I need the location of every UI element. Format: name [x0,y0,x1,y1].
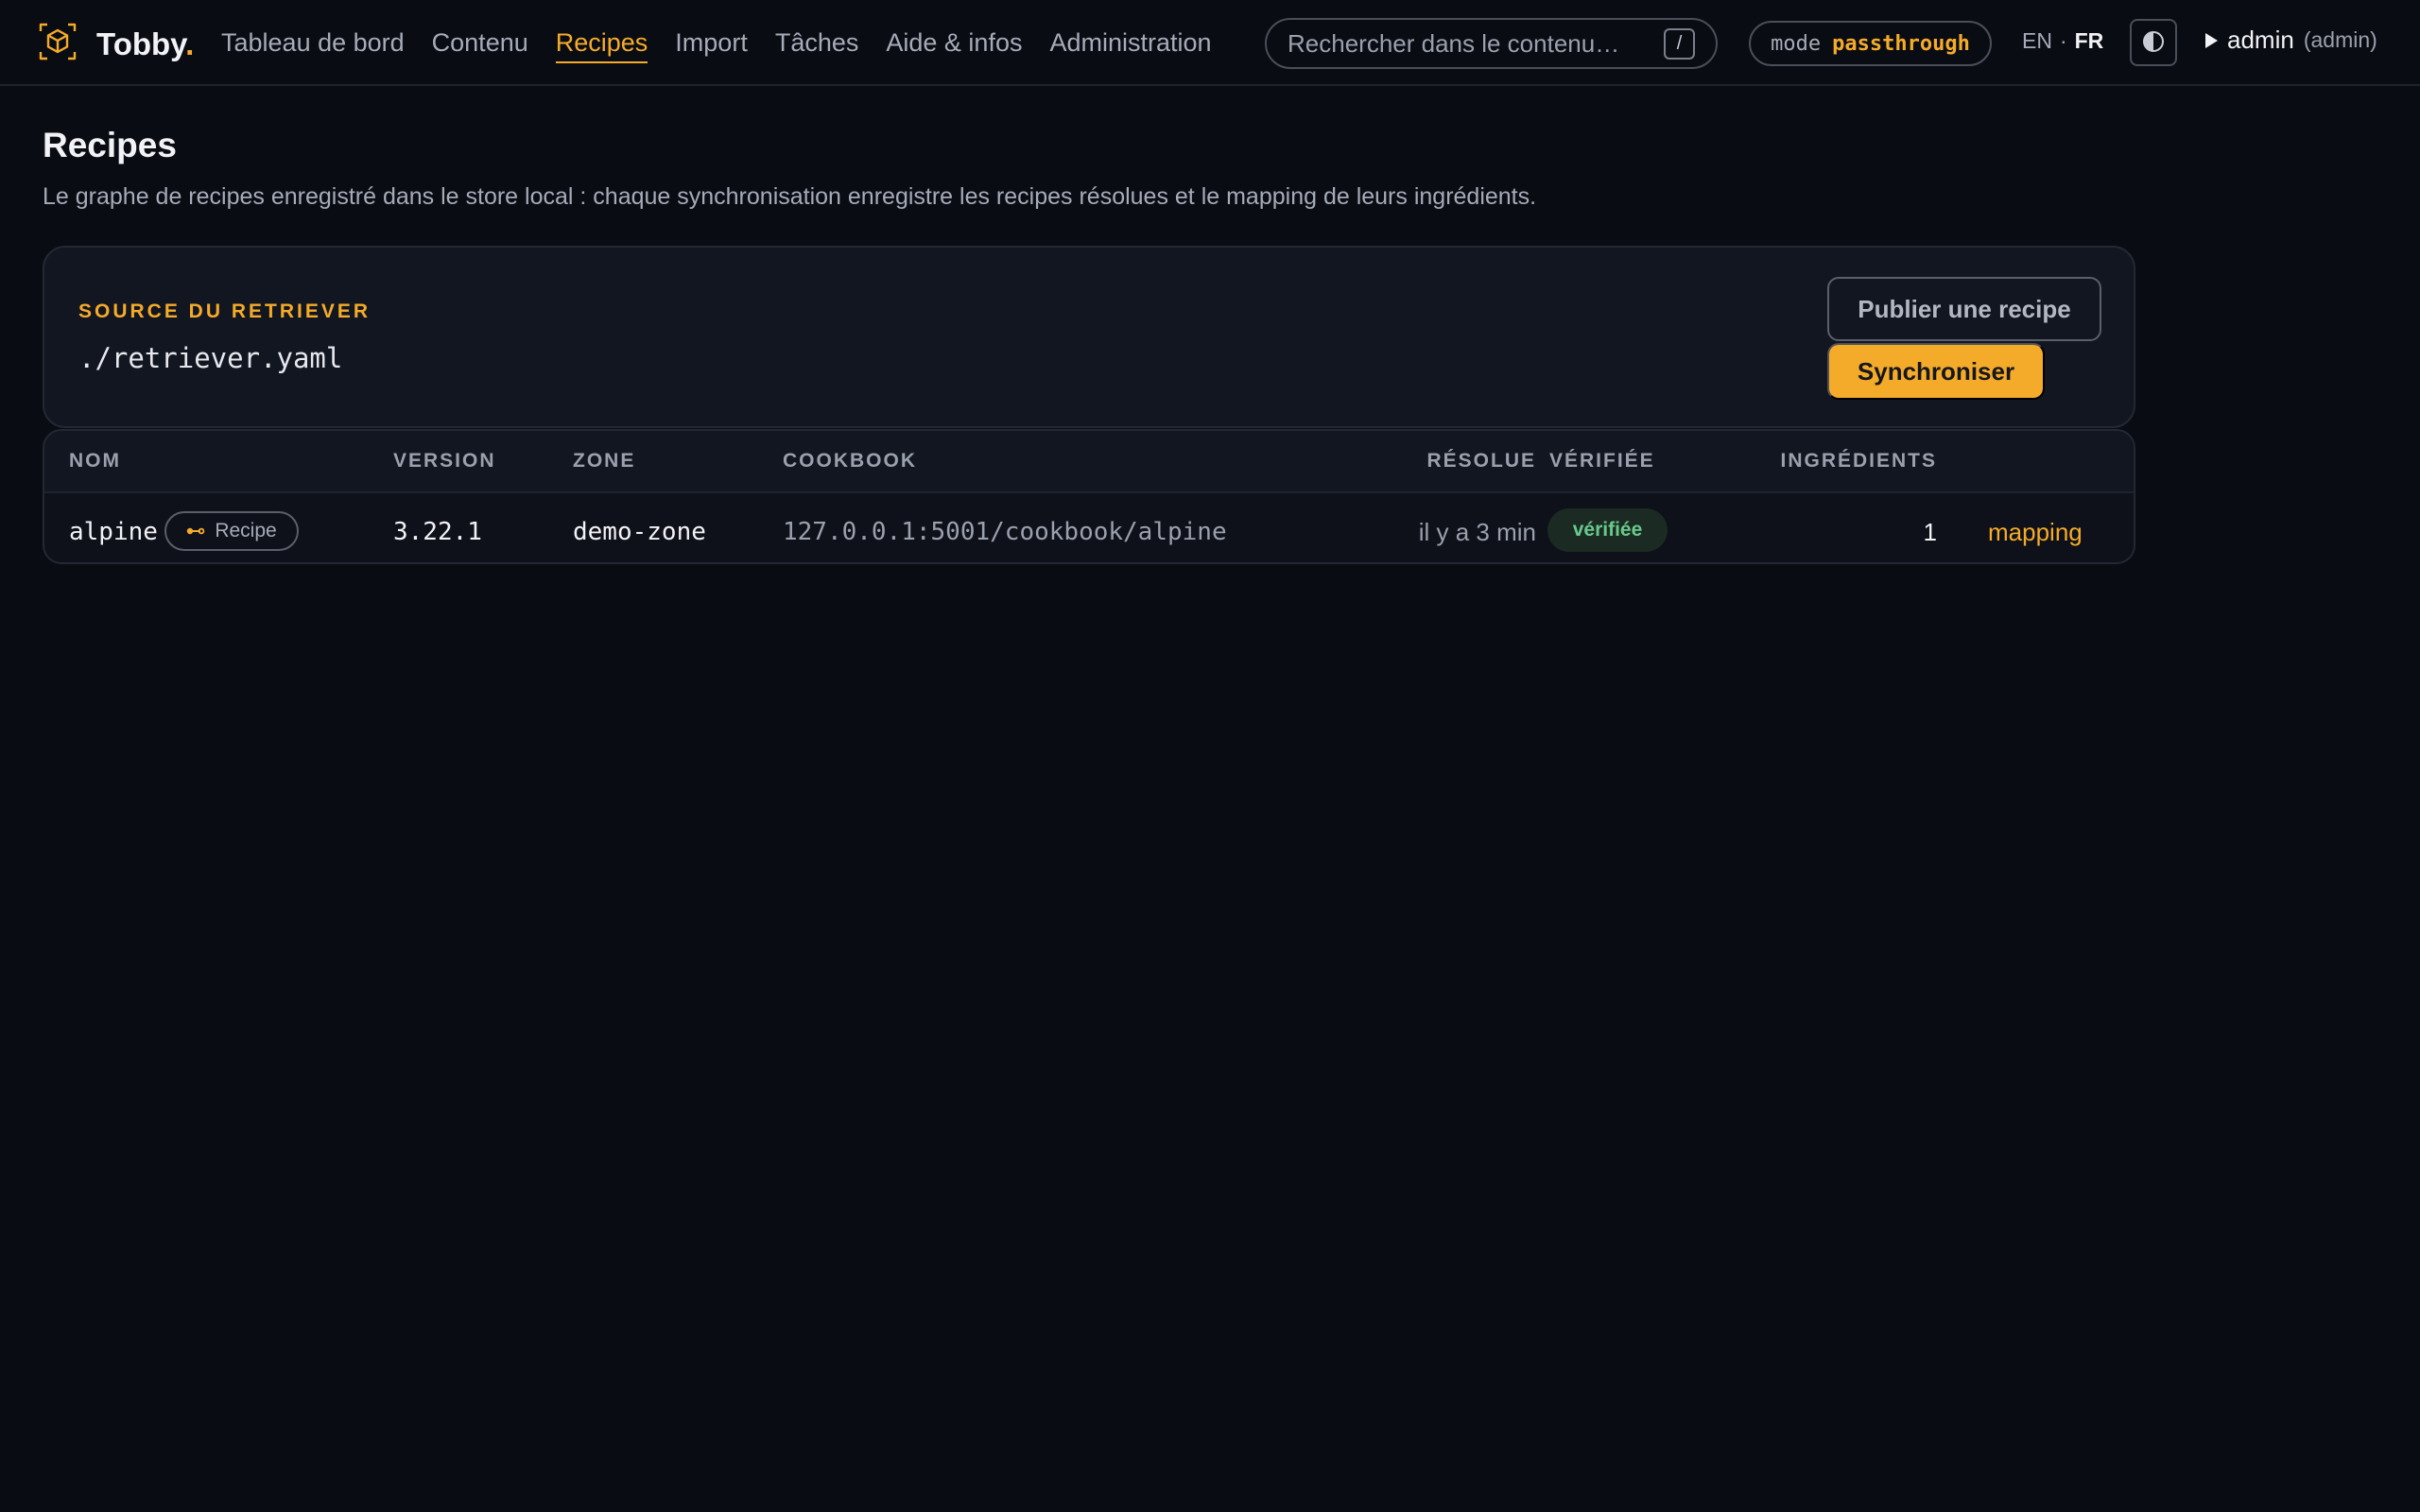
recipes-table: NOM VERSION ZONE COOKBOOK RÉSOLUE VÉRIFI… [43,429,2135,564]
sync-button[interactable]: Synchroniser [1827,343,2045,400]
home-logo-link[interactable]: Tobby. [38,22,194,66]
mode-label: mode [1771,31,1822,56]
recipe-type-badge: Recipe [164,511,299,551]
mode-value: passthrough [1832,31,1970,56]
brand-name: Tobby. [96,26,194,62]
nav-item-recipes[interactable]: Recipes [555,0,648,86]
cube-logo-icon [38,22,78,66]
col-header-resolved: RÉSOLUE [1426,450,1536,472]
verified-status-badge: vérifiée [1547,508,1668,552]
recipe-ingredients-count: 1 [1923,518,1937,546]
nav-item-taches[interactable]: Tâches [775,0,859,86]
recipe-name[interactable]: alpine [69,518,158,546]
nav-item-aide-infos[interactable]: Aide & infos [886,0,1022,86]
retriever-source-card: SOURCE DU RETRIEVER ./retriever.yaml Pub… [43,246,2135,428]
page-description: Le graphe de recipes enregistré dans le … [43,183,1537,210]
mapping-link[interactable]: mapping [1988,518,2083,547]
col-header-cookbook: COOKBOOK [783,450,917,472]
main-nav: Tableau de bord Contenu Recipes Import T… [221,0,1239,86]
language-switcher: EN · FR [2022,28,2103,54]
col-header-verified: VÉRIFIÉE [1549,450,1655,472]
top-bar: Tobby. Tableau de bord Contenu Recipes I… [0,0,2420,86]
recipe-resolved-time: il y a 3 min [1418,518,1536,546]
user-menu[interactable]: admin (admin) [2205,26,2377,55]
search-input[interactable] [1288,28,1664,59]
col-header-version: VERSION [393,450,496,472]
recipe-version: 3.22.1 [393,518,482,546]
col-header-name: NOM [69,450,121,472]
col-header-ingredients: INGRÉDIENTS [1780,450,1937,472]
source-path: ./retriever.yaml [78,342,343,374]
recipe-badge-label: Recipe [215,520,277,541]
recipe-cookbook: 127.0.0.1:5001/cookbook/alpine [783,518,1227,546]
table-header: NOM VERSION ZONE COOKBOOK RÉSOLUE VÉRIFI… [44,431,2134,493]
theme-toggle-button[interactable] [2130,19,2177,66]
nav-item-contenu[interactable]: Contenu [432,0,528,86]
publish-recipe-button[interactable]: Publier une recipe [1827,277,2101,341]
lang-separator: · [2059,28,2067,53]
mode-indicator[interactable]: mode passthrough [1749,21,1992,66]
page-title: Recipes [43,126,177,164]
search-box[interactable]: / [1265,18,1718,69]
contrast-icon [2142,30,2165,56]
search-shortcut-hint: / [1664,27,1695,60]
nav-item-import[interactable]: Import [675,0,748,86]
lang-fr-link[interactable]: FR [2075,28,2104,54]
brand-text: Tobby [96,26,186,61]
recipe-zone: demo-zone [573,518,706,546]
col-header-zone: ZONE [573,450,636,472]
nav-item-administration[interactable]: Administration [1049,0,1211,86]
table-row: alpine Recipe 3.22.1 demo-zone 127.0.0.1… [44,495,2134,562]
user-role: (admin) [2303,27,2377,52]
user-name: admin [2227,26,2294,54]
nav-item-tableau-de-bord[interactable]: Tableau de bord [221,0,405,86]
brand-dot: . [185,26,195,61]
lang-en-link[interactable]: EN [2022,28,2052,54]
caret-right-icon [2205,32,2218,48]
recipe-link-icon [186,520,205,542]
source-label: SOURCE DU RETRIEVER [78,301,372,322]
